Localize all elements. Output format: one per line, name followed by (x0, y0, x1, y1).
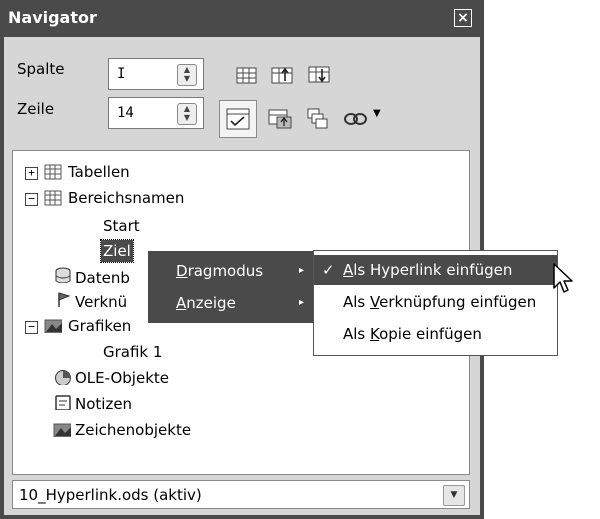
menu-item-als-kopie[interactable]: Als Kopie einfügen (314, 319, 557, 349)
database-icon (55, 267, 71, 283)
close-icon: × (457, 10, 469, 26)
spalte-value: I (117, 66, 126, 82)
toggle-icon[interactable] (268, 107, 294, 131)
start-icon[interactable] (271, 64, 295, 86)
dropdown-arrow-icon[interactable]: ▼ (373, 108, 381, 119)
contents-button[interactable] (219, 100, 257, 138)
document-select[interactable]: 10_Hyperlink.ods (aktiv) ▼ (12, 480, 470, 509)
expand-icon[interactable]: + (25, 167, 38, 180)
tree-item-verknuepfte-bereiche[interactable]: Verknü (75, 291, 127, 313)
dragmodus-submenu: ✓ Als Hyperlink einfügen Als Verknüpfung… (313, 250, 558, 356)
drawing-objects-icon (53, 423, 71, 437)
checkmark-icon: ✓ (322, 261, 335, 279)
tree-item-zeichenobjekte[interactable]: Zeichenobjekte (75, 419, 191, 441)
menu-item-als-verknuepfung[interactable]: Als Verknüpfung einfügen (314, 287, 557, 317)
mouse-cursor-icon (553, 263, 573, 293)
notes-icon (55, 395, 71, 410)
document-select-value: 10_Hyperlink.ods (aktiv) (19, 486, 202, 504)
tree-item-start[interactable]: Start (103, 215, 140, 237)
range-names-icon (44, 190, 62, 206)
drag-mode-icon[interactable] (343, 110, 369, 128)
data-range-icon[interactable] (236, 66, 258, 86)
scenarios-icon[interactable] (306, 107, 330, 131)
zeile-label: Zeile (17, 100, 55, 118)
menu-item-dragmodus[interactable]: Dragmodus (176, 257, 263, 285)
collapse-icon[interactable]: − (25, 193, 38, 206)
flag-icon (58, 292, 71, 307)
tree-item-grafiken[interactable]: Grafiken (68, 315, 131, 337)
close-button[interactable]: × (454, 9, 472, 27)
table-icon (44, 164, 62, 180)
tree-item-ole-objekte[interactable]: OLE-Objekte (75, 367, 169, 389)
menu-item-anzeige[interactable]: Anzeige (176, 289, 236, 317)
zeile-value: 14 (117, 105, 134, 121)
spalte-label: Spalte (17, 60, 65, 78)
tree-item-grafik-1[interactable]: Grafik 1 (103, 341, 162, 363)
window-title: Navigator (8, 8, 97, 27)
submenu-arrow-icon: ▸ (299, 297, 305, 308)
context-menu: Dragmodus ▸ Anzeige ▸ (148, 251, 314, 323)
collapse-icon[interactable]: − (25, 321, 38, 334)
chevron-down-icon[interactable]: ▼ (443, 485, 465, 506)
tree-item-datenbankbereiche[interactable]: Datenb (75, 267, 130, 289)
graphics-icon (44, 319, 62, 333)
end-icon[interactable] (308, 64, 332, 86)
tree-item-ziel[interactable]: Ziel (100, 239, 134, 263)
submenu-arrow-icon: ▸ (299, 265, 305, 276)
ole-object-icon (55, 370, 71, 385)
spalte-spinner[interactable]: I ▲ ▼ (108, 58, 204, 90)
contents-icon (226, 108, 250, 130)
tree-item-tabellen[interactable]: Tabellen (68, 161, 130, 183)
spin-arrows-icon[interactable]: ▲ ▼ (177, 103, 197, 125)
tree-item-bereichsnamen[interactable]: Bereichsnamen (68, 187, 184, 209)
zeile-spinner[interactable]: 14 ▲ ▼ (108, 97, 204, 129)
menu-item-als-hyperlink[interactable]: ✓ Als Hyperlink einfügen (314, 255, 557, 285)
tree-item-notizen[interactable]: Notizen (75, 393, 132, 415)
spin-arrows-icon[interactable]: ▲ ▼ (177, 64, 197, 86)
